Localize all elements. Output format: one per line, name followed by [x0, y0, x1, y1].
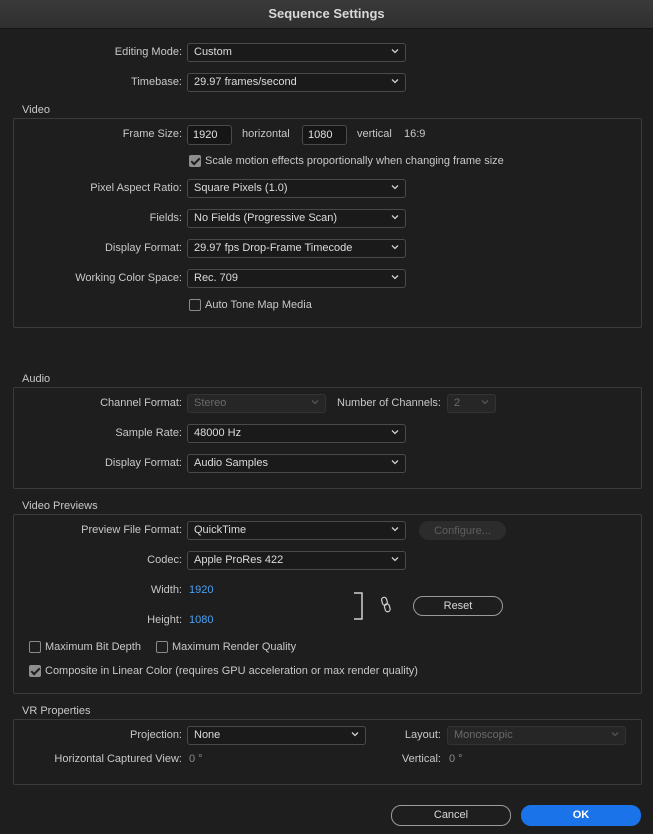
projection-dropdown[interactable]: None	[187, 726, 366, 745]
chevron-down-icon	[391, 185, 399, 190]
pixel-aspect-value: Square Pixels (1.0)	[194, 182, 288, 194]
audio-display-format-label: Display Format:	[104, 457, 182, 469]
projection-label: Projection:	[130, 729, 182, 741]
aspect-ratio-text: 16:9	[404, 128, 426, 140]
window-title: Sequence Settings	[268, 6, 385, 21]
link-bracket-icon	[354, 592, 363, 620]
chevron-down-icon	[391, 557, 399, 562]
sample-rate-dropdown[interactable]: 48000 Hz	[187, 424, 406, 443]
chevron-down-icon	[391, 215, 399, 220]
chevron-down-icon	[481, 400, 489, 405]
max-bit-depth-label: Maximum Bit Depth	[45, 641, 141, 653]
sample-rate-value: 48000 Hz	[194, 427, 242, 439]
chevron-down-icon	[391, 49, 399, 54]
editing-mode-label: Editing Mode:	[114, 46, 182, 58]
preview-file-format-label: Preview File Format:	[81, 524, 182, 536]
num-channels-value: 2	[454, 397, 461, 409]
projection-value: None	[194, 729, 221, 741]
codec-value: Apple ProRes 422	[194, 554, 284, 566]
linear-color-checkbox[interactable]	[29, 665, 41, 677]
title-bar: Sequence Settings	[0, 0, 653, 29]
fields-value: No Fields (Progressive Scan)	[194, 212, 338, 224]
vertical-label: vertical	[357, 128, 392, 140]
frame-height-field[interactable]: 1080	[302, 125, 347, 145]
color-space-label: Working Color Space:	[75, 272, 182, 284]
timebase-value: 29.97 frames/second	[194, 76, 297, 88]
height-label: Height:	[147, 614, 182, 626]
cancel-button[interactable]: Cancel	[391, 805, 511, 826]
max-render-quality-checkbox[interactable]	[156, 641, 168, 653]
max-render-quality-label: Maximum Render Quality	[172, 641, 297, 653]
preview-file-format-value: QuickTime	[194, 524, 247, 536]
h-captured-view-value: 0 °	[189, 753, 203, 765]
pixel-aspect-label: Pixel Aspect Ratio:	[90, 182, 182, 194]
layout-label: Layout:	[404, 729, 441, 741]
vr-group-title: VR Properties	[22, 705, 91, 717]
chevron-down-icon	[391, 430, 399, 435]
scale-motion-label: Scale motion effects proportionally when…	[205, 155, 504, 167]
chevron-down-icon	[391, 275, 399, 280]
pixel-aspect-dropdown[interactable]: Square Pixels (1.0)	[187, 179, 406, 198]
audio-display-format-value: Audio Samples	[194, 457, 268, 469]
video-display-format-label: Display Format:	[104, 242, 182, 254]
layout-dropdown[interactable]: Monoscopic	[447, 726, 626, 745]
codec-label: Codec:	[147, 554, 182, 566]
previews-group-title: Video Previews	[22, 500, 98, 512]
num-channels-dropdown[interactable]: 2	[447, 394, 496, 413]
auto-tone-label: Auto Tone Map Media	[205, 299, 312, 311]
frame-width-field[interactable]: 1920	[187, 125, 232, 145]
fields-label: Fields:	[149, 212, 182, 224]
channel-format-value: Stereo	[194, 397, 227, 409]
h-captured-view-label: Horizontal Captured View:	[54, 753, 182, 765]
chain-link-icon[interactable]	[380, 596, 392, 614]
chevron-down-icon	[611, 732, 619, 737]
video-group-title: Video	[22, 104, 50, 116]
max-bit-depth-checkbox[interactable]	[29, 641, 41, 653]
reset-button[interactable]: Reset	[413, 596, 503, 616]
num-channels-label: Number of Channels:	[337, 397, 441, 409]
height-value[interactable]: 1080	[189, 614, 213, 626]
preview-file-format-dropdown[interactable]: QuickTime	[187, 521, 406, 540]
audio-display-format-dropdown[interactable]: Audio Samples	[187, 454, 406, 473]
scale-motion-checkbox[interactable]	[189, 155, 201, 167]
width-value[interactable]: 1920	[189, 584, 213, 596]
timebase-dropdown[interactable]: 29.97 frames/second	[187, 73, 406, 92]
editing-mode-dropdown[interactable]: Custom	[187, 43, 406, 62]
fields-dropdown[interactable]: No Fields (Progressive Scan)	[187, 209, 406, 228]
color-space-dropdown[interactable]: Rec. 709	[187, 269, 406, 288]
chevron-down-icon	[391, 245, 399, 250]
video-display-format-dropdown[interactable]: 29.97 fps Drop-Frame Timecode	[187, 239, 406, 258]
configure-button[interactable]: Configure...	[419, 521, 506, 540]
auto-tone-checkbox[interactable]	[189, 299, 201, 311]
chevron-down-icon	[391, 460, 399, 465]
frame-size-label: Frame Size:	[122, 128, 182, 140]
editing-mode-value: Custom	[194, 46, 232, 58]
linear-color-label: Composite in Linear Color (requires GPU …	[45, 665, 418, 677]
ok-button[interactable]: OK	[521, 805, 641, 826]
channel-format-dropdown[interactable]: Stereo	[187, 394, 326, 413]
color-space-value: Rec. 709	[194, 272, 239, 284]
chevron-down-icon	[351, 732, 359, 737]
chevron-down-icon	[391, 79, 399, 84]
horizontal-label: horizontal	[242, 128, 290, 140]
vr-vertical-label: Vertical:	[401, 753, 441, 765]
width-label: Width:	[150, 584, 182, 596]
chevron-down-icon	[311, 400, 319, 405]
vr-vertical-value: 0 °	[449, 753, 463, 765]
layout-value: Monoscopic	[454, 729, 513, 741]
sample-rate-label: Sample Rate:	[115, 427, 182, 439]
codec-dropdown[interactable]: Apple ProRes 422	[187, 551, 406, 570]
video-display-format-value: 29.97 fps Drop-Frame Timecode	[194, 242, 353, 254]
channel-format-label: Channel Format:	[100, 397, 182, 409]
chevron-down-icon	[391, 527, 399, 532]
timebase-label: Timebase:	[131, 76, 182, 88]
audio-group-title: Audio	[22, 373, 51, 385]
